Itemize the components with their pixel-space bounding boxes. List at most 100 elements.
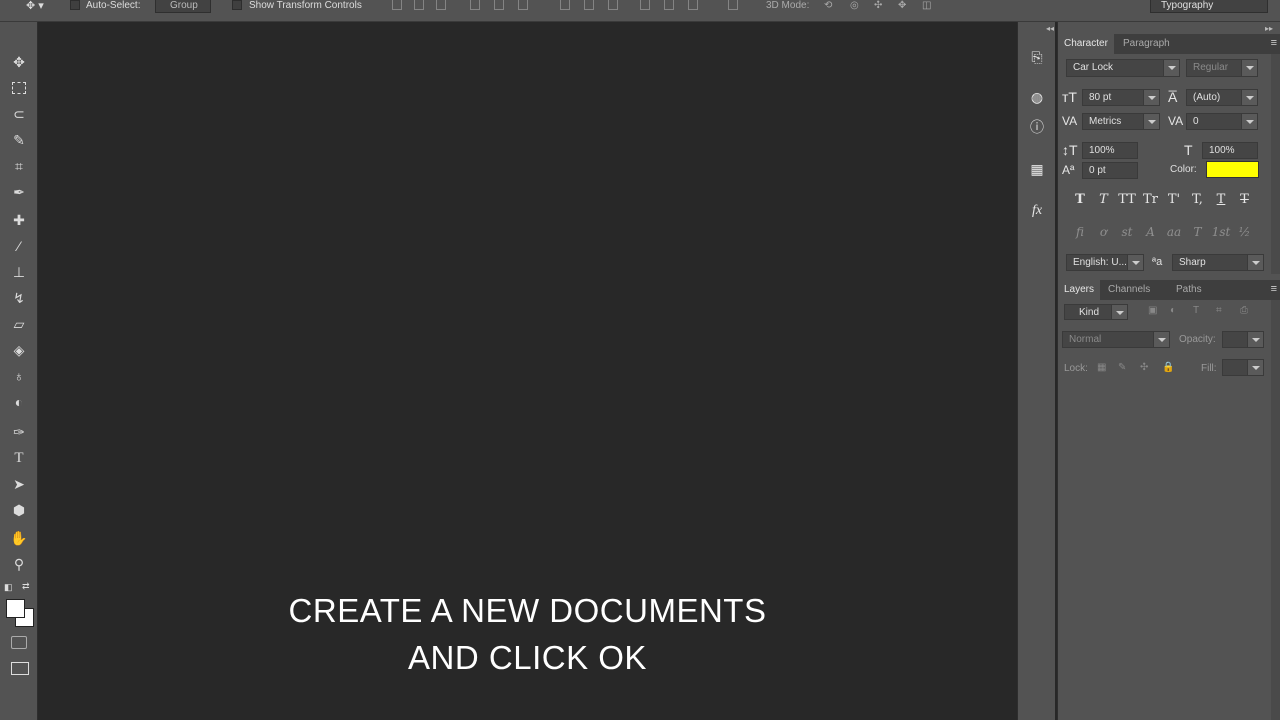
clone-stamp-tool-icon[interactable]: ⊥ (8, 262, 30, 282)
shape-tool-icon[interactable]: ⬢ (8, 500, 30, 520)
auto-align-icon[interactable] (728, 0, 738, 10)
canvas-area[interactable]: CREATE A NEW DOCUMENTS AND CLICK OK (39, 22, 1016, 720)
antialias-select[interactable]: Sharp (1172, 254, 1264, 271)
lasso-tool-icon[interactable]: ⊂ (8, 104, 30, 124)
fill-field[interactable] (1222, 359, 1264, 376)
layers-panel-menu-icon[interactable]: ≡ (1271, 283, 1277, 295)
old-style-button[interactable]: ơ (1094, 223, 1114, 241)
filter-adjustment-icon[interactable]: ◐ (1170, 305, 1176, 317)
align-top-icon[interactable] (392, 0, 402, 10)
paint-bucket-tool-icon[interactable]: ◈ (8, 340, 30, 360)
baseline-shift-field[interactable]: 0 pt (1082, 162, 1138, 179)
filter-pixel-icon[interactable]: ▣ (1148, 305, 1157, 317)
styles-panel-icon[interactable]: fx (1028, 202, 1046, 220)
tab-paths[interactable]: Paths (1170, 280, 1208, 300)
distribute-top-icon[interactable] (560, 0, 570, 10)
default-colors-icon[interactable]: ◧ (4, 582, 13, 593)
ligatures-button[interactable]: fi (1070, 223, 1090, 241)
lock-image-icon[interactable]: ✎ (1118, 362, 1126, 374)
subscript-button[interactable]: T, (1188, 191, 1208, 209)
kerning-field[interactable]: Metrics (1082, 113, 1160, 130)
quick-mask-icon[interactable] (11, 636, 27, 649)
blur-tool-icon[interactable]: ♁ (8, 366, 30, 386)
font-size-field[interactable]: 80 pt (1082, 89, 1160, 106)
collapse-strip-icon[interactable]: ◂◂ (1046, 24, 1054, 33)
swash-button[interactable]: A (1141, 223, 1161, 241)
workspace-switcher[interactable]: Typography (1150, 0, 1268, 13)
language-select[interactable]: English: U... (1066, 254, 1144, 271)
hand-tool-icon[interactable]: ✋ (8, 528, 30, 548)
underline-button[interactable]: T (1211, 191, 1231, 209)
layers-list[interactable] (1058, 382, 1268, 720)
lock-position-icon[interactable]: ✣ (1140, 362, 1148, 374)
font-style-select[interactable]: Regular (1186, 59, 1258, 77)
align-bottom-icon[interactable] (436, 0, 446, 10)
distribute-left-icon[interactable] (640, 0, 650, 10)
tracking-field[interactable]: 0 (1186, 113, 1258, 130)
3d-drag-icon[interactable]: ✣ (874, 0, 882, 13)
text-color-swatch[interactable] (1206, 161, 1259, 178)
all-caps-button[interactable]: TT (1117, 191, 1137, 209)
auto-select-checkbox[interactable] (70, 0, 80, 10)
stylistic-alternates-button[interactable]: st (1117, 223, 1137, 241)
font-family-select[interactable]: Car Lock (1066, 59, 1180, 77)
align-right-icon[interactable] (518, 0, 528, 10)
3d-slide-icon[interactable]: ✥ (898, 0, 906, 13)
screen-mode-icon[interactable] (11, 662, 29, 675)
collapse-panels-icon[interactable]: ▸▸ (1265, 24, 1273, 33)
tab-channels[interactable]: Channels (1102, 280, 1156, 300)
eyedropper-tool-icon[interactable]: ✒ (8, 182, 30, 202)
layer-filter-select[interactable]: Kind (1064, 304, 1128, 320)
titling-button[interactable]: T (1188, 223, 1208, 241)
3d-roll-icon[interactable]: ◎ (850, 0, 859, 13)
vertical-scale-field[interactable]: 100% (1082, 142, 1138, 159)
eraser-tool-icon[interactable]: ▱ (8, 314, 30, 334)
ordinals-button[interactable]: 1st (1211, 223, 1231, 241)
align-hcenter-icon[interactable] (494, 0, 504, 10)
distribute-vcenter-icon[interactable] (584, 0, 594, 10)
type-tool-icon[interactable]: T (8, 448, 30, 468)
properties-panel-icon[interactable]: ◍ (1028, 88, 1046, 106)
leading-field[interactable]: (Auto) (1186, 89, 1258, 106)
healing-brush-tool-icon[interactable]: ✚ (8, 210, 30, 230)
strikethrough-button[interactable]: T (1235, 191, 1255, 209)
show-transform-checkbox[interactable] (232, 0, 242, 10)
opacity-field[interactable] (1222, 331, 1264, 348)
tab-layers[interactable]: Layers (1058, 280, 1101, 300)
tab-paragraph[interactable]: Paragraph (1117, 34, 1176, 54)
layers-scrollbar[interactable] (1271, 300, 1280, 720)
faux-bold-button[interactable]: T (1070, 191, 1090, 209)
blend-mode-select[interactable]: Normal (1062, 331, 1170, 348)
quick-selection-tool-icon[interactable]: ✎ (8, 130, 30, 150)
horizontal-scale-field[interactable]: 100% (1202, 142, 1258, 159)
info-panel-icon[interactable]: ⓘ (1028, 118, 1046, 136)
history-panel-icon[interactable]: ⎘ (1028, 48, 1046, 66)
filter-shape-icon[interactable]: ⌗ (1216, 305, 1222, 317)
distribute-right-icon[interactable] (688, 0, 698, 10)
faux-italic-button[interactable]: T (1094, 191, 1114, 209)
crop-tool-icon[interactable]: ⌗ (8, 156, 30, 176)
auto-select-dropdown[interactable]: Group (155, 0, 211, 13)
3d-rotate-icon[interactable]: ⟲ (824, 0, 832, 13)
move-tool-icon[interactable]: ✥ (8, 52, 30, 72)
lock-transparent-icon[interactable]: ▦ (1097, 362, 1106, 374)
3d-scale-icon[interactable]: ◫ (922, 0, 931, 13)
align-vcenter-icon[interactable] (414, 0, 424, 10)
small-caps-button[interactable]: Tr (1141, 191, 1161, 209)
contextual-alternates-button[interactable]: aa (1164, 223, 1184, 241)
path-selection-tool-icon[interactable]: ➤ (8, 474, 30, 494)
tab-character[interactable]: Character (1058, 34, 1114, 54)
brush-tool-icon[interactable]: ⁄ (8, 236, 30, 256)
align-left-icon[interactable] (470, 0, 480, 10)
lock-all-icon[interactable]: 🔒 (1162, 362, 1174, 374)
filter-type-icon[interactable]: T (1193, 305, 1199, 317)
zoom-tool-icon[interactable]: ⚲ (8, 554, 30, 574)
foreground-color-swatch[interactable] (6, 599, 25, 618)
history-brush-tool-icon[interactable]: ↯ (8, 288, 30, 308)
swatches-panel-icon[interactable]: ▦ (1028, 160, 1046, 178)
dodge-tool-icon[interactable]: ◐ (8, 392, 30, 412)
superscript-button[interactable]: T' (1164, 191, 1184, 209)
distribute-hcenter-icon[interactable] (664, 0, 674, 10)
character-panel-menu-icon[interactable]: ≡ (1271, 37, 1277, 49)
move-tool-preset-icon[interactable]: ✥ ▾ (26, 0, 44, 13)
